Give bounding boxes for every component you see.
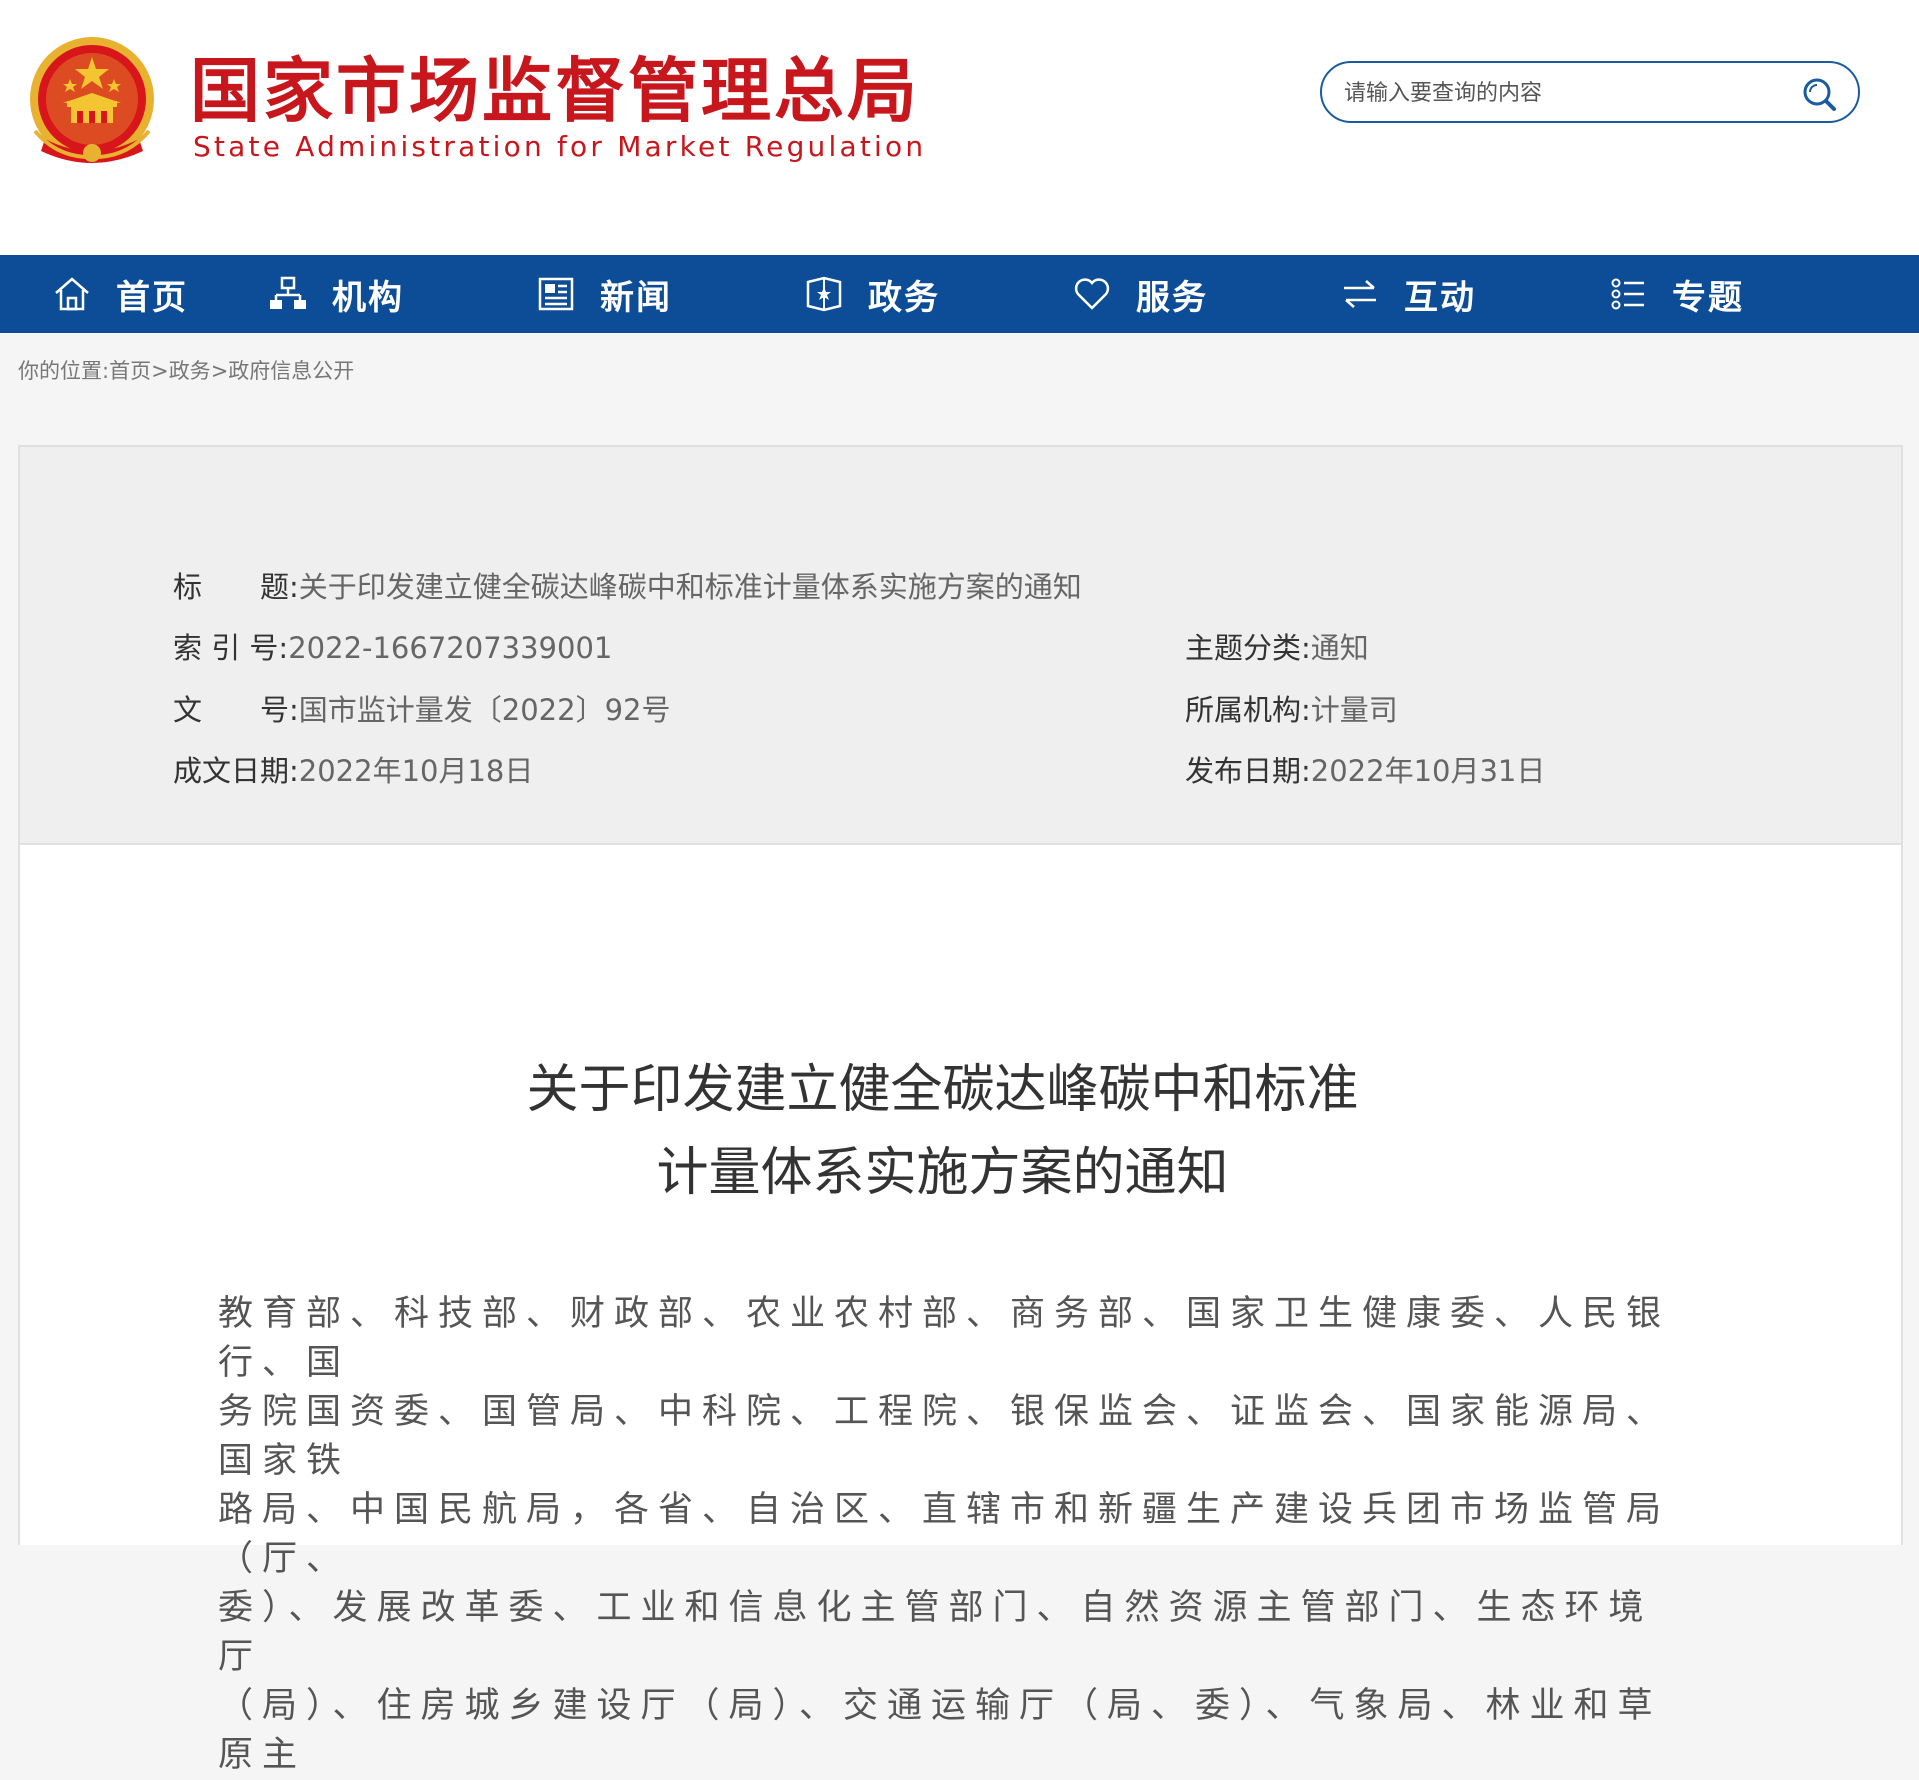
site-name-english: State Administration for Market Regulati…	[193, 130, 927, 163]
newspaper-icon	[538, 277, 574, 311]
org-chart-icon	[270, 276, 306, 309]
meta-org-row: 所属机构:计量司	[1185, 687, 1398, 729]
nav-label: 互动	[1404, 277, 1476, 318]
meta-value: 2022-1667207339001	[288, 631, 613, 665]
meta-label: 标 题:	[173, 570, 299, 604]
meta-published-date-row: 发布日期:2022年10月31日	[1185, 748, 1545, 790]
meta-label: 所属机构:	[1185, 693, 1311, 727]
breadcrumb-prefix: 你的位置:	[18, 359, 110, 383]
heart-icon	[1074, 278, 1110, 310]
meta-label: 主题分类:	[1185, 631, 1311, 665]
meta-value: 计量司	[1310, 693, 1398, 727]
breadcrumb-separator: >	[151, 359, 169, 383]
shield-book-icon	[806, 276, 842, 312]
meta-label: 发布日期:	[1185, 754, 1311, 788]
nav-label: 政务	[868, 277, 940, 318]
nav-label: 专题	[1672, 277, 1744, 318]
meta-topic-row: 主题分类:通知	[1185, 625, 1369, 667]
nav-item-interaction[interactable]: 互动	[1340, 255, 1608, 333]
exchange-arrows-icon	[1344, 280, 1376, 308]
nav-item-home[interactable]: 首页	[0, 255, 268, 333]
meta-value: 国市监计量发〔2022〕92号	[298, 693, 671, 727]
nav-item-topics[interactable]: 专题	[1608, 255, 1876, 333]
nav-item-government-affairs[interactable]: 政务	[804, 255, 1072, 333]
body-line: 路局、中国民航局，各省、自治区、直辖市和新疆生产建设兵团市场监管局（厅、	[218, 1490, 1671, 1579]
meta-value: 2022年10月18日	[298, 754, 534, 788]
nav-label: 服务	[1136, 277, 1208, 318]
nav-item-news[interactable]: 新闻	[536, 255, 804, 333]
breadcrumb: 你的位置:首页>政务>政府信息公开	[18, 355, 354, 385]
document-title-line-1: 关于印发建立健全碳达峰碳中和标准	[526, 1060, 1359, 1120]
meta-docno-row: 文 号:国市监计量发〔2022〕92号	[173, 687, 671, 729]
national-emblem-logo[interactable]	[25, 35, 160, 177]
search-icon[interactable]	[1800, 75, 1838, 113]
body-line: （局）、住房城乡建设厅（局）、交通运输厅（局、委）、气象局、林业和草原主	[218, 1686, 1662, 1775]
home-icon	[55, 277, 89, 311]
meta-value: 关于印发建立健全碳达峰碳中和标准计量体系实施方案的通知	[298, 570, 1082, 604]
body-line: 委）、发展改革委、工业和信息化主管部门、自然资源主管部门、生态环境厅	[218, 1588, 1653, 1677]
meta-value: 通知	[1310, 631, 1369, 665]
body-line: 教育部、科技部、财政部、农业农村部、商务部、国家卫生健康委、人民银行、国	[218, 1294, 1671, 1383]
breadcrumb-link-affairs[interactable]: 政务	[169, 359, 211, 383]
meta-written-date-row: 成文日期:2022年10月18日	[173, 748, 533, 790]
document-metadata-panel: 标 题:关于印发建立健全碳达峰碳中和标准计量体系实施方案的通知 索 引 号:20…	[18, 445, 1903, 845]
meta-title-row: 标 题:关于印发建立健全碳达峰碳中和标准计量体系实施方案的通知	[173, 564, 1082, 606]
breadcrumb-link-info-disclosure[interactable]: 政府信息公开	[228, 359, 354, 383]
search-input[interactable]	[1342, 73, 1786, 113]
meta-label: 文 号:	[173, 693, 299, 727]
site-header: 国家市场监督管理总局 State Administration for Mark…	[0, 0, 1919, 255]
meta-value: 2022年10月31日	[1310, 754, 1546, 788]
meta-label: 成文日期:	[173, 754, 299, 788]
meta-index-row: 索 引 号:2022-1667207339001	[173, 625, 612, 667]
document-title-line-2: 计量体系实施方案的通知	[656, 1143, 1229, 1203]
nav-label: 新闻	[600, 277, 672, 318]
list-icon	[1611, 278, 1644, 310]
nav-label: 首页	[116, 277, 188, 318]
nav-label: 机构	[332, 277, 404, 318]
document-body: 教育部、科技部、财政部、农业农村部、商务部、国家卫生健康委、人民银行、国 务院国…	[218, 1290, 1688, 1780]
site-name-chinese[interactable]: 国家市场监督管理总局	[190, 48, 920, 134]
breadcrumb-link-home[interactable]: 首页	[109, 359, 151, 383]
body-line: 务院国资委、国管局、中科院、工程院、银保监会、证监会、国家能源局、国家铁	[218, 1392, 1671, 1481]
search-box	[1320, 61, 1860, 123]
main-nav: 首页 机构 新闻 政务 服务 互动 专题	[0, 255, 1919, 333]
meta-label: 索 引 号:	[173, 631, 289, 665]
breadcrumb-separator: >	[210, 359, 229, 383]
nav-item-organization[interactable]: 机构	[268, 255, 536, 333]
nav-item-services[interactable]: 服务	[1072, 255, 1340, 333]
